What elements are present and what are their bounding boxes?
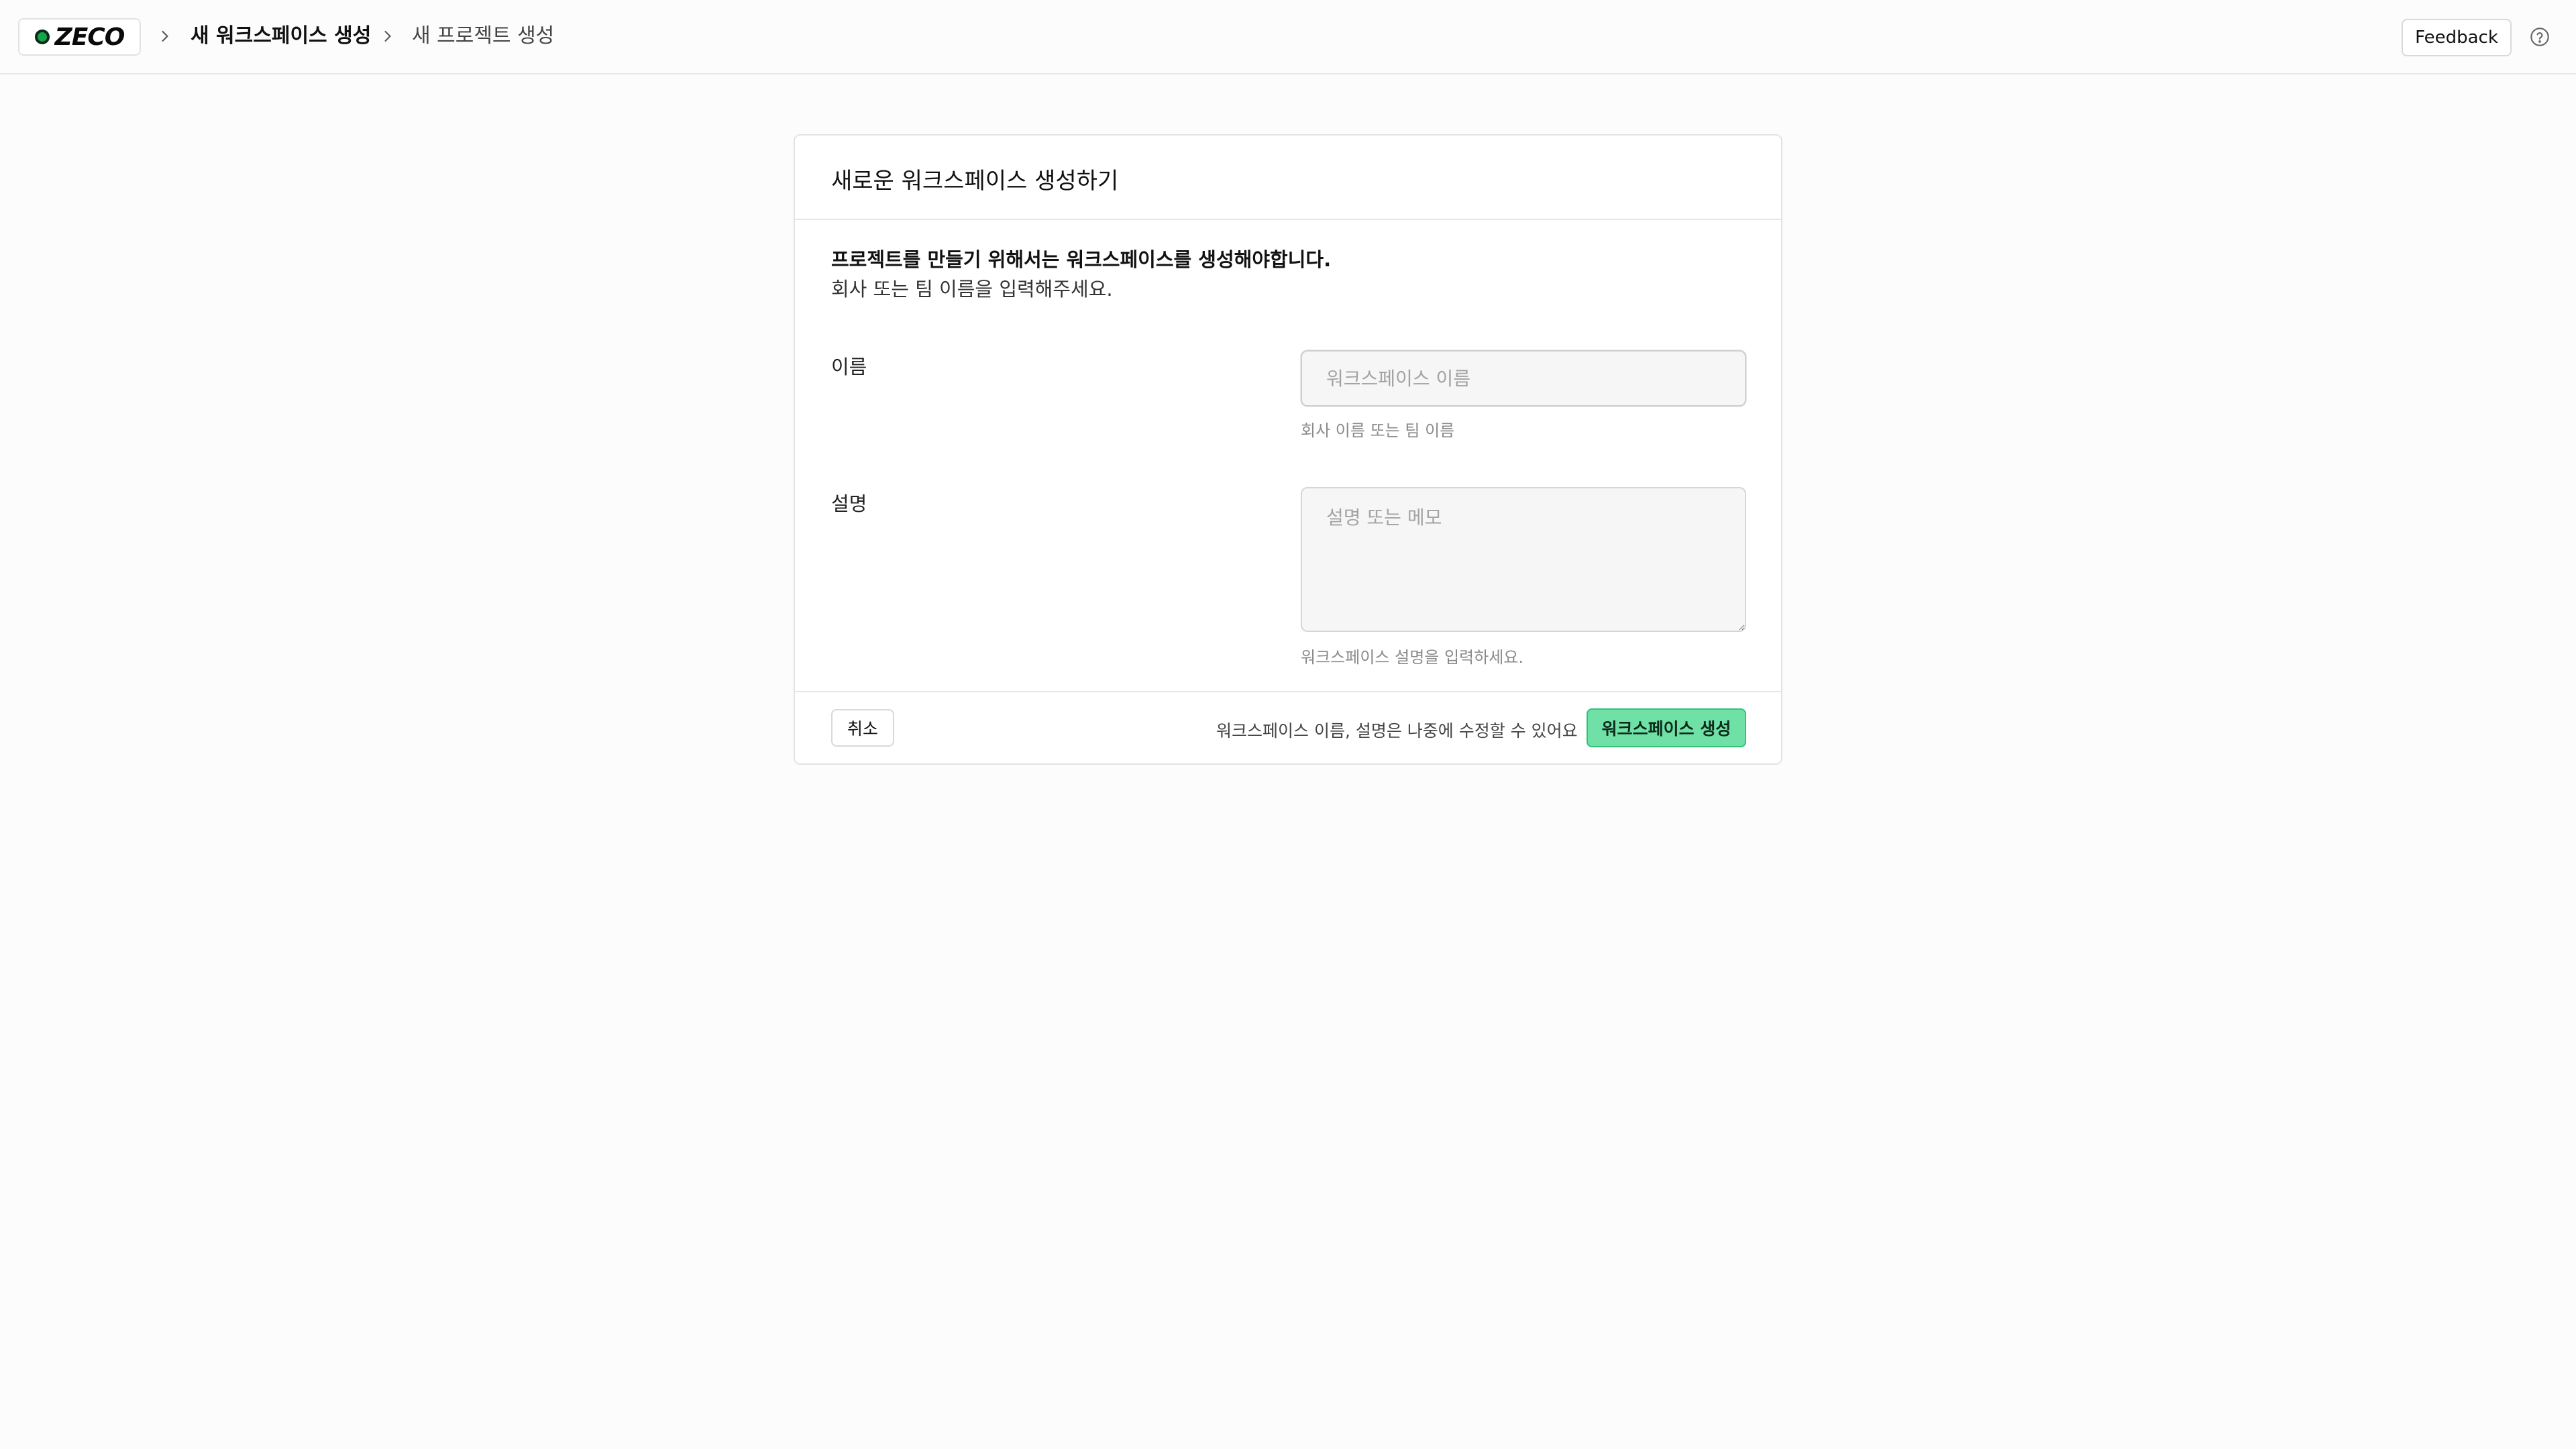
workspace-name-input[interactable] xyxy=(1301,350,1746,407)
intro-text-primary: 프로젝트를 만들기 위해서는 워크스페이스를 생성해야합니다. xyxy=(831,248,1332,271)
footer-note: 워크스페이스 이름, 설명은 나중에 수정할 수 있어요 xyxy=(1216,721,1578,741)
logo-button[interactable]: ZECO xyxy=(18,18,141,56)
create-workspace-card: 새로운 워크스페이스 생성하기 프로젝트를 만들기 위해서는 워크스페이스를 생… xyxy=(794,134,1782,765)
name-hint: 회사 이름 또는 팀 이름 xyxy=(1301,421,1455,440)
help-circle-icon[interactable] xyxy=(2529,26,2551,48)
card-header: 새로운 워크스페이스 생성하기 xyxy=(795,136,1781,220)
name-label: 이름 xyxy=(831,356,867,378)
description-label: 설명 xyxy=(831,492,867,515)
card-footer: 취소 워크스페이스 이름, 설명은 나중에 수정할 수 있어요 워크스페이스 생… xyxy=(795,691,1781,765)
breadcrumb-new-project[interactable]: 새 프로젝트 생성 xyxy=(412,22,554,50)
chevron-right-icon xyxy=(153,24,177,48)
intro-text-secondary: 회사 또는 팀 이름을 입력해주세요. xyxy=(831,278,1113,301)
feedback-button[interactable]: Feedback xyxy=(2402,19,2512,56)
create-workspace-button[interactable]: 워크스페이스 생성 xyxy=(1587,708,1746,747)
top-bar: ZECO 새 워크스페이스 생성 새 프로젝트 생성 Feedback xyxy=(0,0,2576,74)
chevron-right-icon xyxy=(376,24,400,48)
workspace-description-input[interactable] xyxy=(1301,487,1746,632)
logo-mark-icon xyxy=(34,30,50,44)
logo-text: ZECO xyxy=(54,23,125,51)
breadcrumb-new-workspace[interactable]: 새 워크스페이스 생성 xyxy=(191,22,371,50)
cancel-button[interactable]: 취소 xyxy=(831,709,894,747)
card-title: 새로운 워크스페이스 생성하기 xyxy=(831,168,1119,195)
description-hint: 워크스페이스 설명을 입력하세요. xyxy=(1301,648,1524,667)
